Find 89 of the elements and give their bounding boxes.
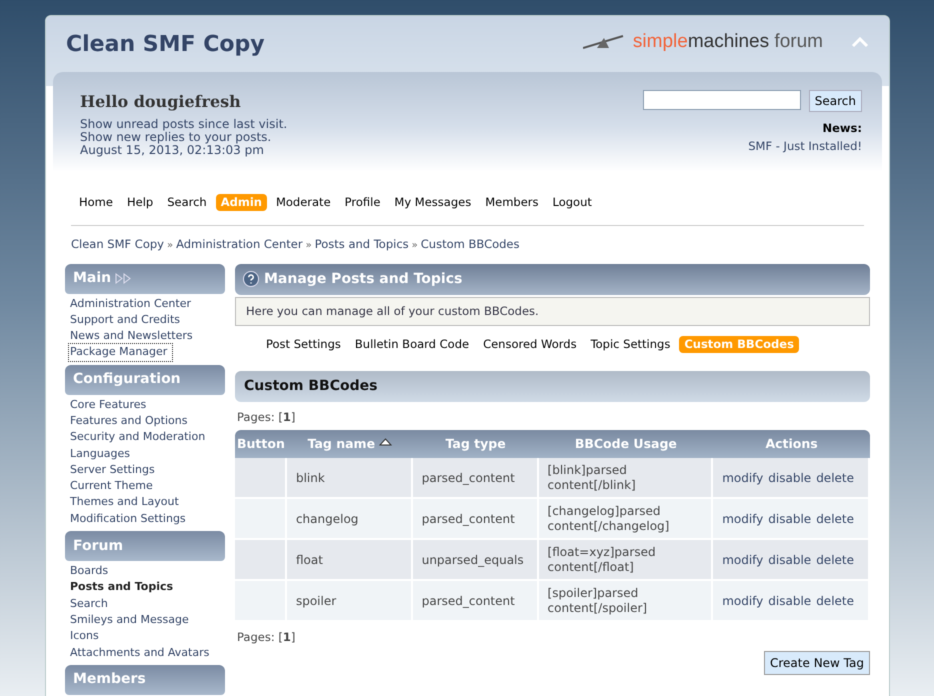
table-cell: parsed_content — [412, 581, 539, 622]
sidebar-link[interactable]: Package Manager — [69, 344, 172, 361]
sidebar-link[interactable]: Server Settings — [65, 462, 225, 478]
table-cell: [float=xyz]parsed content[/float] — [538, 540, 714, 582]
table-cell: changelog — [286, 499, 413, 540]
action-link[interactable]: delete — [816, 594, 854, 608]
table-cell: parsed_content — [412, 458, 539, 500]
menu-item[interactable]: My Messages — [389, 194, 476, 212]
sidebar-title: Forum — [73, 536, 124, 556]
greeting: Hello dougiefresh — [80, 91, 242, 113]
help-icon — [243, 271, 259, 287]
collapse-icon[interactable] — [851, 36, 869, 48]
sidebar-link[interactable]: News and Newsletters — [65, 328, 225, 344]
action-link[interactable]: modify — [722, 512, 764, 526]
table-cell: spoiler — [286, 581, 413, 622]
sidebar-title: Members — [73, 670, 146, 690]
menu-item[interactable]: Home — [74, 194, 118, 212]
forum-title: Clean SMF Copy — [66, 31, 265, 59]
sidebar-link[interactable]: Modification Settings — [65, 510, 225, 528]
menu-item[interactable]: Help — [122, 194, 158, 212]
sidebar-link[interactable]: Languages — [65, 446, 225, 462]
sidebar-link[interactable]: Features and Options — [65, 412, 225, 430]
action-link[interactable]: delete — [816, 512, 854, 526]
sidebar-link[interactable]: Security and Moderation — [65, 429, 225, 446]
action-link[interactable]: disable — [768, 552, 812, 567]
sort-ascending-icon[interactable] — [379, 438, 392, 446]
pagination: Pages: [1] — [236, 409, 296, 426]
action-link[interactable]: modify — [722, 552, 764, 567]
sidebar-link[interactable]: Posts and Topics — [65, 579, 225, 596]
table-cell: parsed_content — [412, 499, 539, 540]
column-header: Actions — [713, 430, 870, 458]
separator-icon: » — [412, 240, 418, 252]
table-cell: unparsed_equals — [412, 540, 539, 582]
tab[interactable]: Censored Words — [478, 336, 582, 353]
tab[interactable]: Topic Settings — [586, 336, 676, 353]
table-cell: [spoiler]parsed content[/spoiler] — [538, 581, 714, 622]
action-link[interactable]: delete — [816, 552, 854, 567]
news-link[interactable]: SMF - Just Installed! — [748, 139, 862, 154]
expand-icon[interactable] — [115, 273, 132, 284]
sidebar-title: Main — [73, 269, 112, 288]
search-field[interactable] — [642, 90, 801, 110]
menu-item[interactable]: Search — [162, 194, 212, 212]
section-title: Custom BBCodes — [235, 371, 870, 402]
column-header: BBCode Usage — [538, 430, 714, 458]
breadcrumb-link[interactable]: Administration Center — [176, 237, 303, 252]
create-new-tag-button[interactable]: Create New Tag — [764, 650, 870, 674]
menu-item[interactable]: Logout — [548, 194, 597, 212]
user-link[interactable]: Show new replies to your posts. — [80, 131, 288, 144]
action-link[interactable]: disable — [768, 594, 812, 608]
date-text: August 15, 2013, 02:13:03 pm — [80, 144, 264, 158]
sidebar-link[interactable]: Core Features — [65, 396, 225, 413]
news-label: News: — [822, 120, 862, 137]
separator-icon: » — [306, 240, 312, 252]
sidebar-link[interactable]: Search — [65, 596, 225, 612]
logo-icon — [582, 33, 625, 52]
sidebar-link[interactable]: Smileys and Message Icons — [65, 612, 225, 645]
column-header: Tag type — [412, 430, 539, 458]
action-link[interactable]: delete — [816, 470, 854, 485]
menu-item[interactable]: Members — [480, 194, 544, 212]
sidebar-link[interactable]: Current Theme — [65, 478, 225, 494]
column-header: Button — [235, 430, 287, 458]
table-cell: blink — [286, 458, 413, 500]
tab[interactable]: Post Settings — [261, 336, 346, 353]
breadcrumb-link[interactable]: Clean SMF Copy — [71, 237, 164, 252]
panel-description: Here you can manage all of your custom BBCodes. — [235, 296, 870, 326]
action-link[interactable]: disable — [768, 470, 812, 485]
breadcrumb-link[interactable]: Custom BBCodes — [420, 237, 520, 252]
pagination: Pages: [1] — [236, 629, 296, 646]
sidebar-link[interactable]: Themes and Layout — [65, 494, 225, 511]
breadcrumb-link[interactable]: Posts and Topics — [314, 237, 409, 252]
table-cell: [blink]parsed content[/blink] — [538, 458, 714, 500]
sidebar-link[interactable]: Support and Credits — [65, 312, 225, 328]
sidebar-link[interactable]: Boards — [65, 563, 225, 580]
sidebar-title: Configuration — [73, 370, 181, 390]
action-link[interactable]: modify — [722, 594, 764, 608]
action-link[interactable]: disable — [768, 512, 812, 526]
table-cell: [changelog]parsed content[/changelog] — [538, 499, 714, 540]
sidebar-link[interactable]: Attachments and Avatars — [65, 644, 225, 661]
menu-item[interactable]: Profile — [340, 194, 386, 212]
menu-item[interactable]: Moderate — [270, 194, 336, 212]
separator-icon: » — [166, 240, 174, 252]
logo[interactable]: simplemachines forum — [632, 28, 823, 56]
search-button[interactable]: Search — [808, 90, 862, 112]
tab[interactable]: Bulletin Board Code — [350, 336, 474, 353]
action-link[interactable]: modify — [722, 470, 764, 485]
sidebar-link[interactable]: Administration Center — [65, 296, 225, 312]
table-cell: float — [286, 540, 413, 582]
panel-title: Manage Posts and Topics — [264, 270, 462, 288]
user-link[interactable]: Show unread posts since last visit. — [80, 118, 288, 132]
